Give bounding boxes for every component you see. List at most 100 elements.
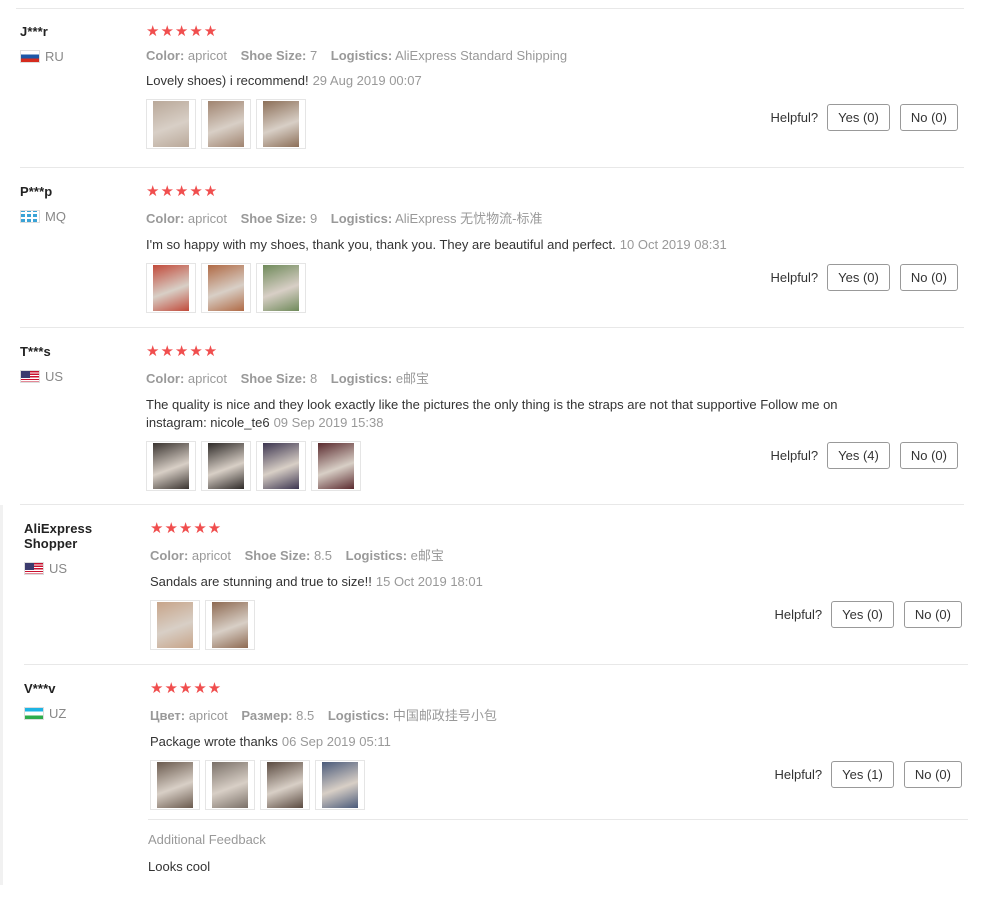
helpful-yes-button[interactable]: Yes (0): [831, 601, 894, 628]
color-value: apricot: [187, 371, 227, 386]
shoe-photo: [318, 443, 354, 489]
color-value: apricot: [188, 708, 228, 723]
shoe-photo: [157, 602, 193, 648]
helpful-vote: Helpful? Yes (0) No (0): [774, 601, 962, 628]
logistics-value: e邮宝: [410, 548, 444, 563]
helpful-no-button[interactable]: No (0): [899, 264, 958, 291]
reviewer-info: AliExpress Shopper US: [24, 521, 144, 576]
logistics-value: AliExpress 无忧物流-标准: [395, 211, 543, 226]
review-photos: [146, 263, 866, 313]
size-value: 8: [309, 371, 318, 386]
shoe-photo: [208, 101, 244, 147]
reviewer-country: UZ: [24, 706, 144, 721]
review-photo-thumbnail[interactable]: [256, 99, 306, 149]
review-text: Package wrote thanks: [150, 734, 278, 749]
review-comment: Sandals are stunning and true to size!! 1…: [150, 573, 870, 591]
review-photo-thumbnail[interactable]: [201, 441, 251, 491]
review-photo-thumbnail[interactable]: [311, 441, 361, 491]
shoe-photo: [263, 101, 299, 147]
review-photo-thumbnail[interactable]: [256, 263, 306, 313]
review-text: I'm so happy with my shoes, thank you, t…: [146, 237, 616, 252]
review-photo-thumbnail[interactable]: [150, 600, 200, 650]
flag-icon: [20, 370, 40, 383]
star-rating: ★★★★★: [146, 343, 219, 360]
review-attributes: Цвет: apricot Размер: 8.5 Logistics: 中国邮…: [150, 705, 870, 724]
review-item: P***p MQ ★★★★★ Color: apricot Shoe Size:…: [20, 184, 964, 328]
review-photo-thumbnail[interactable]: [201, 99, 251, 149]
size-value: 8.5: [296, 708, 315, 723]
review-photo-thumbnail[interactable]: [146, 263, 196, 313]
color-value: apricot: [187, 48, 227, 63]
color-label: Color:: [146, 48, 185, 63]
shoe-photo: [212, 762, 248, 808]
review-comment: I'm so happy with my shoes, thank you, t…: [146, 236, 866, 254]
helpful-no-button[interactable]: No (0): [899, 104, 958, 131]
helpful-label: Helpful?: [774, 607, 823, 622]
reviewer-name[interactable]: J***r: [20, 24, 140, 39]
review-photo-thumbnail[interactable]: [146, 99, 196, 149]
review-date: 06 Sep 2019 05:11: [281, 734, 391, 749]
size-label: Shoe Size:: [244, 548, 311, 563]
shoe-photo: [267, 762, 303, 808]
reviewer-name[interactable]: P***p: [20, 184, 140, 199]
review-item: T***s US ★★★★★ Color: apricot Shoe Size:…: [20, 344, 964, 505]
review-photo-thumbnail[interactable]: [150, 760, 200, 810]
reviewer-info: J***r RU: [20, 24, 140, 64]
additional-feedback-text: Looks cool: [148, 859, 211, 874]
reviewer-name[interactable]: V***v: [24, 681, 144, 696]
reviewer-country: MQ: [20, 209, 140, 224]
review-photo-thumbnail[interactable]: [205, 760, 255, 810]
review-photo-thumbnail[interactable]: [201, 263, 251, 313]
helpful-yes-button[interactable]: Yes (0): [827, 104, 890, 131]
size-label: Shoe Size:: [240, 211, 307, 226]
helpful-label: Helpful?: [774, 767, 823, 782]
review-photo-thumbnail[interactable]: [315, 760, 365, 810]
helpful-no-button[interactable]: No (0): [899, 442, 958, 469]
helpful-yes-button[interactable]: Yes (1): [831, 761, 894, 788]
reviewer-info: V***v UZ: [24, 681, 144, 721]
review-comment: Package wrote thanks 06 Sep 2019 05:11: [150, 733, 870, 751]
review-date: 10 Oct 2019 08:31: [619, 237, 727, 252]
logistics-label: Logistics:: [330, 211, 393, 226]
helpful-yes-button[interactable]: Yes (4): [827, 442, 890, 469]
shoe-photo: [208, 265, 244, 311]
star-rating: ★★★★★: [150, 680, 223, 697]
reviewer-country: RU: [20, 49, 140, 64]
country-code: UZ: [49, 706, 67, 721]
review-photo-thumbnail[interactable]: [260, 760, 310, 810]
reviewer-name[interactable]: T***s: [20, 344, 140, 359]
flag-icon: [24, 707, 44, 720]
flag-icon: [24, 562, 44, 575]
helpful-label: Helpful?: [770, 270, 819, 285]
review-photo-thumbnail[interactable]: [205, 600, 255, 650]
shoe-photo: [208, 443, 244, 489]
review-photos: [150, 600, 870, 650]
reviewer-name[interactable]: AliExpress Shopper: [24, 521, 144, 551]
helpful-no-button[interactable]: No (0): [903, 761, 962, 788]
additional-feedback: Additional Feedback Looks cool: [148, 819, 968, 874]
helpful-vote: Helpful? Yes (1) No (0): [774, 761, 962, 788]
color-value: apricot: [187, 211, 227, 226]
shoe-photo: [153, 101, 189, 147]
flag-icon: [20, 50, 40, 63]
review-photo-thumbnail[interactable]: [146, 441, 196, 491]
review-photos: [150, 760, 870, 810]
color-value: apricot: [191, 548, 231, 563]
additional-feedback-title: Additional Feedback: [148, 832, 266, 847]
review-text: The quality is nice and they look exactl…: [146, 397, 838, 430]
size-value: 7: [309, 48, 318, 63]
helpful-vote: Helpful? Yes (4) No (0): [770, 442, 958, 469]
helpful-no-button[interactable]: No (0): [903, 601, 962, 628]
helpful-yes-button[interactable]: Yes (0): [827, 264, 890, 291]
review-date: 29 Aug 2019 00:07: [312, 73, 422, 88]
review-item: V***v UZ ★★★★★ Цвет: apricot Размер: 8.5…: [24, 681, 968, 821]
review-photo-thumbnail[interactable]: [256, 441, 306, 491]
shoe-photo: [153, 443, 189, 489]
review-item: J***r RU ★★★★★ Color: apricot Shoe Size:…: [20, 24, 964, 168]
color-label: Color:: [146, 211, 185, 226]
reviewer-country: US: [24, 561, 144, 576]
logistics-label: Logistics:: [345, 548, 408, 563]
review-body: ★★★★★ Color: apricot Shoe Size: 8 Logist…: [146, 344, 866, 491]
helpful-label: Helpful?: [770, 448, 819, 463]
review-photos: [146, 99, 866, 149]
